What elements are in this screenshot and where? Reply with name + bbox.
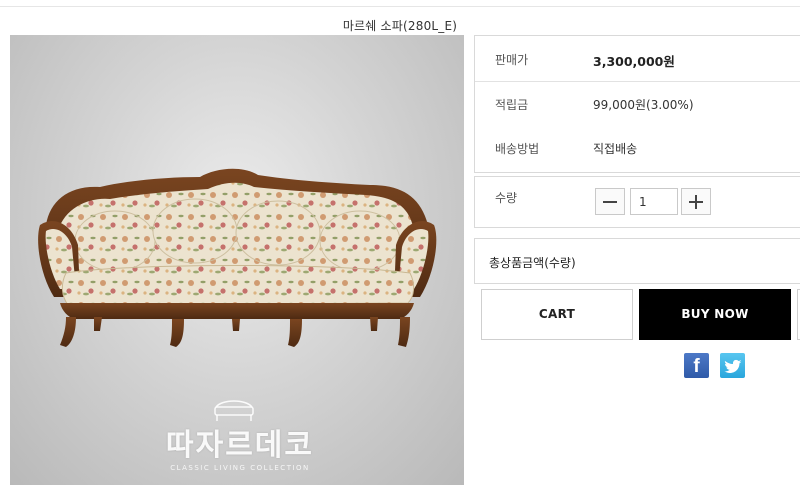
top-divider xyxy=(0,0,800,7)
sofa-illustration xyxy=(38,168,437,421)
facebook-share-button[interactable]: f xyxy=(684,353,709,378)
total-price-label: 총상품금액(수량) xyxy=(489,256,576,270)
brand-logo-name: 따자르데코 xyxy=(166,428,314,463)
shipping-value: 직접배송 xyxy=(593,142,638,156)
points-row: 적립금 99,000원(3.00%) xyxy=(475,82,800,127)
quantity-label: 수량 xyxy=(495,191,518,205)
quantity-input[interactable] xyxy=(630,188,678,215)
shipping-label: 배송방법 xyxy=(495,142,540,156)
price-row: 판매가 3,300,000원 xyxy=(475,36,800,82)
product-image: 따자르데코 CLASSIC LIVING COLLECTION xyxy=(10,35,464,485)
twitter-share-button[interactable] xyxy=(720,353,745,378)
buy-now-button[interactable]: BUY NOW xyxy=(639,289,791,340)
quantity-decrease-button[interactable] xyxy=(595,188,625,215)
points-value: 99,000원(3.00%) xyxy=(593,98,694,112)
brand-logo: 따자르데코 CLASSIC LIVING COLLECTION xyxy=(160,430,320,480)
quantity-increase-button[interactable] xyxy=(681,188,711,215)
price-value: 3,300,000원 xyxy=(593,54,675,69)
twitter-icon xyxy=(724,359,742,373)
facebook-icon: f xyxy=(693,356,700,377)
minus-icon xyxy=(603,201,617,203)
product-info-table: 판매가 3,300,000원 적립금 99,000원(3.00%) 배송방법 직… xyxy=(474,35,800,173)
shipping-row: 배송방법 직접배송 xyxy=(475,126,800,171)
points-label: 적립금 xyxy=(495,98,529,112)
product-title: 마르쉐 소파(280L_E) xyxy=(342,19,458,33)
quantity-section: 수량 xyxy=(474,176,800,228)
brand-logo-tagline: CLASSIC LIVING COLLECTION xyxy=(170,464,310,472)
cart-button[interactable]: CART xyxy=(481,289,633,340)
price-label: 판매가 xyxy=(495,53,529,67)
total-price-section: 총상품금액(수량) xyxy=(474,238,800,284)
